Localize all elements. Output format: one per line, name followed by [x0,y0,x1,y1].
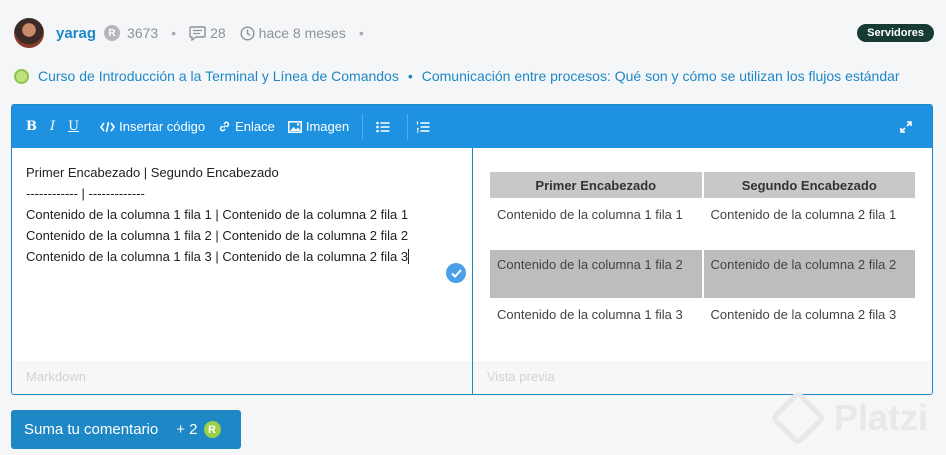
numbered-list-button[interactable] [416,121,434,133]
author-points: 3673 [127,25,159,41]
markdown-textarea[interactable]: Primer Encabezado | Segundo Encabezado --… [26,162,410,267]
reward-badge: R [203,421,221,438]
table-row: Contenido de la columna 1 fila 1 Conteni… [490,200,915,248]
category-tag[interactable]: Servidores [857,24,934,42]
italic-button[interactable]: I [50,119,55,134]
image-icon [287,120,302,133]
table-header: Primer Encabezado [490,172,702,198]
toolbar-divider [407,113,409,140]
timestamp-value: hace 8 meses [258,25,346,41]
table-cell: Contenido de la columna 2 fila 2 [703,250,915,298]
code-icon [100,121,116,132]
expand-icon [900,120,912,133]
breadcrumb: Curso de Introducción a la Terminal y Lí… [14,68,900,84]
submit-comment-button[interactable]: Suma tu comentario + 2 R [11,410,241,449]
bullet-list-button[interactable] [376,121,394,133]
table-cell: Contenido de la columna 2 fila 1 [710,207,897,222]
table-cell: Contenido de la columna 1 fila 3 [497,307,683,322]
separator-dot: • [358,25,364,41]
separator-dot: • [171,25,177,41]
markdown-line: Primer Encabezado | Segundo Encabezado [26,165,279,180]
submit-bonus: + 2 [176,421,198,438]
timestamp: hace 8 meses [240,25,346,41]
table-cell: Contenido de la columna 1 fila 2 [490,250,702,298]
bullet-list-icon [376,121,390,132]
table-header: Segundo Encabezado [703,172,915,198]
markdown-line: Contenido de la columna 1 fila 2 | Conte… [26,228,409,243]
image-label: Imagen [305,119,350,134]
table-cell: Contenido de la columna 2 fila 3 [710,307,897,322]
markdown-footer: Markdown [12,361,472,394]
preview-table: Primer Encabezado Segundo Encabezado Con… [488,170,917,350]
table-row: Contenido de la columna 1 fila 3 Conteni… [490,300,915,348]
table-cell: Contenido de la columna 1 fila 1 [497,207,683,222]
comment-icon [189,25,206,41]
link-icon [219,121,230,132]
markdown-line: ------------ | ------------- [26,186,145,201]
numbered-list-icon [417,121,430,133]
link-label: Enlace [235,119,275,134]
table-header-row: Primer Encabezado Segundo Encabezado [490,172,915,198]
breadcrumb-course-link[interactable]: Curso de Introducción a la Terminal y Lí… [38,68,399,84]
rank-badge: R [104,25,121,41]
bold-button[interactable]: B [26,119,37,134]
author-name[interactable]: yarag [56,25,96,42]
checkmark-icon [446,263,466,283]
platzi-logo-icon [769,389,827,447]
table-row: Contenido de la columna 1 fila 2 Conteni… [490,250,915,298]
markdown-pane[interactable]: Primer Encabezado | Segundo Encabezado --… [12,148,473,394]
markdown-line: Contenido de la columna 1 fila 3 | Conte… [26,249,409,264]
platzi-watermark: Platzi [769,389,929,447]
breadcrumb-separator: • [407,68,413,84]
preview-pane: Primer Encabezado Segundo Encabezado Con… [473,148,932,394]
underline-button[interactable]: U [68,119,79,134]
course-icon [14,68,29,84]
insert-code-button[interactable]: Insertar código [100,119,205,134]
avatar[interactable] [14,18,44,48]
insert-code-label: Insertar código [119,119,206,134]
text-cursor [408,249,410,264]
link-button[interactable]: Enlace [218,119,275,134]
toolbar-divider [362,113,364,140]
preview-footer: Vista previa [473,361,932,394]
fullscreen-button[interactable] [900,120,916,133]
comment-count-value: 28 [210,25,226,41]
comment-count[interactable]: 28 [189,25,226,41]
comment-header: yarag R 3673 • 28 hace 8 meses • Servido… [14,18,934,48]
watermark-text: Platzi [834,397,929,438]
clock-icon [240,25,255,41]
image-button[interactable]: Imagen [287,119,350,134]
comment-editor: B I U Insertar código Enlace Imagen Prim… [11,104,933,395]
breadcrumb-lesson-link[interactable]: Comunicación entre procesos: Qué son y c… [422,68,900,84]
markdown-line: Contenido de la columna 1 fila 1 | Conte… [26,207,409,222]
editor-toolbar: B I U Insertar código Enlace Imagen [12,105,932,148]
submit-label: Suma tu comentario [24,421,159,438]
